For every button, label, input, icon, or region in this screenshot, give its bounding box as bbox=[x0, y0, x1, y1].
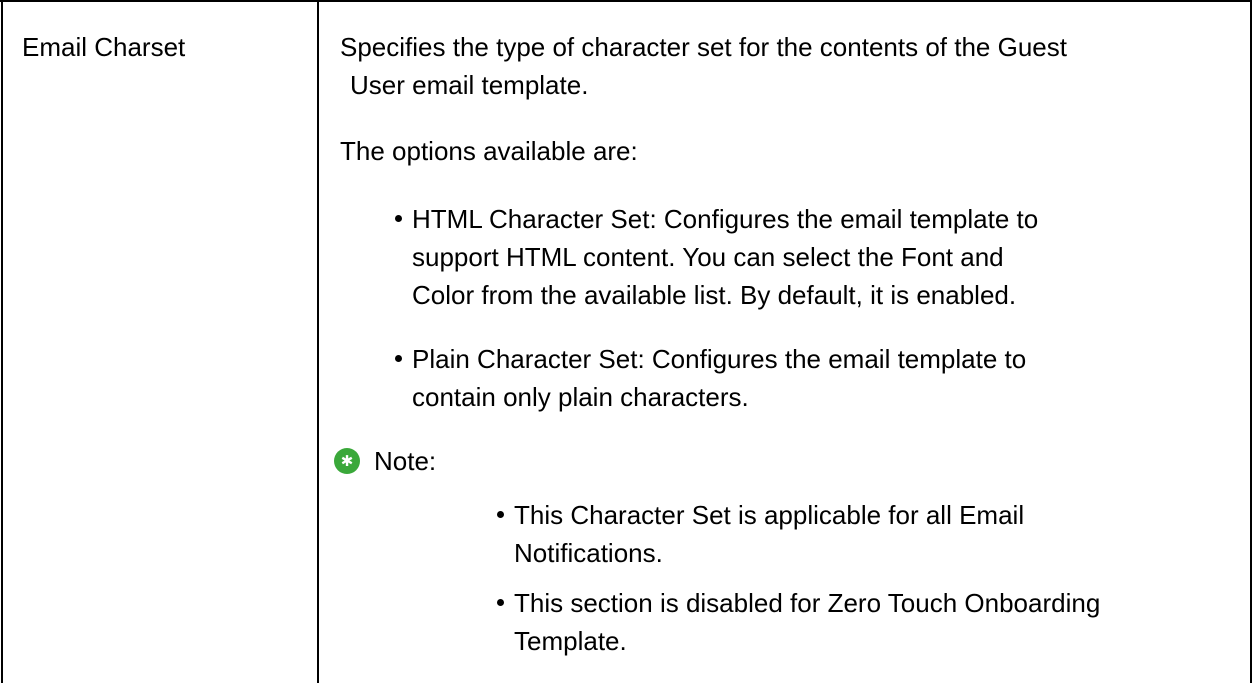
option-text-line-1: : Configures the email template to bbox=[649, 204, 1039, 234]
description-text: Specifies the type of character set for … bbox=[340, 28, 1240, 104]
bullet-icon bbox=[497, 599, 504, 606]
option-text-line-3: Color from the available list. By defaul… bbox=[412, 280, 1017, 310]
options-intro: The options available are: bbox=[340, 136, 638, 166]
option-text-line-2: contain only plain characters. bbox=[412, 382, 749, 412]
option-label: Plain Character Set bbox=[412, 344, 638, 374]
description-line-2: User email template. bbox=[350, 70, 589, 100]
list-item-html-charset: HTML Character Set: Configures the email… bbox=[395, 200, 1240, 314]
list-item-note-1: This Character Set is applicable for all… bbox=[497, 496, 1240, 572]
note-heading-label: Note: bbox=[374, 446, 437, 476]
options-list: HTML Character Set: Configures the email… bbox=[340, 200, 1240, 416]
option-text-line-1: : Configures the email template to bbox=[637, 344, 1027, 374]
description-cell: Specifies the type of character set for … bbox=[334, 28, 1240, 672]
note-list: This Character Set is applicable for all… bbox=[340, 496, 1240, 660]
list-item-note-2: This section is disabled for Zero Touch … bbox=[497, 584, 1240, 660]
list-item-plain-charset: Plain Character Set: Configures the emai… bbox=[395, 340, 1240, 416]
bullet-icon bbox=[497, 511, 504, 518]
option-text-line-2: support HTML content. You can select the… bbox=[412, 242, 1004, 272]
description-line-1: Specifies the type of character set for … bbox=[340, 32, 1067, 62]
bullet-icon bbox=[395, 355, 402, 362]
table-left-border bbox=[1, 0, 3, 683]
table-top-border bbox=[0, 0, 1252, 2]
note-heading: Note: bbox=[334, 442, 1240, 480]
note-text-line-1: This section is disabled for Zero Touch … bbox=[514, 588, 1101, 618]
bullet-icon bbox=[395, 215, 402, 222]
note-star-icon bbox=[334, 448, 360, 474]
term-label: Email Charset bbox=[22, 32, 186, 62]
table-column-divider bbox=[317, 0, 319, 683]
term-cell: Email Charset bbox=[22, 28, 185, 66]
note-text-line-2: Notifications. bbox=[514, 538, 663, 568]
definition-table: Email Charset Specifies the type of char… bbox=[0, 0, 1252, 683]
note-text-line-2: Template. bbox=[514, 626, 627, 656]
note-text-line-1: This Character Set is applicable for all… bbox=[514, 500, 1025, 530]
option-label: HTML Character Set bbox=[412, 204, 650, 234]
